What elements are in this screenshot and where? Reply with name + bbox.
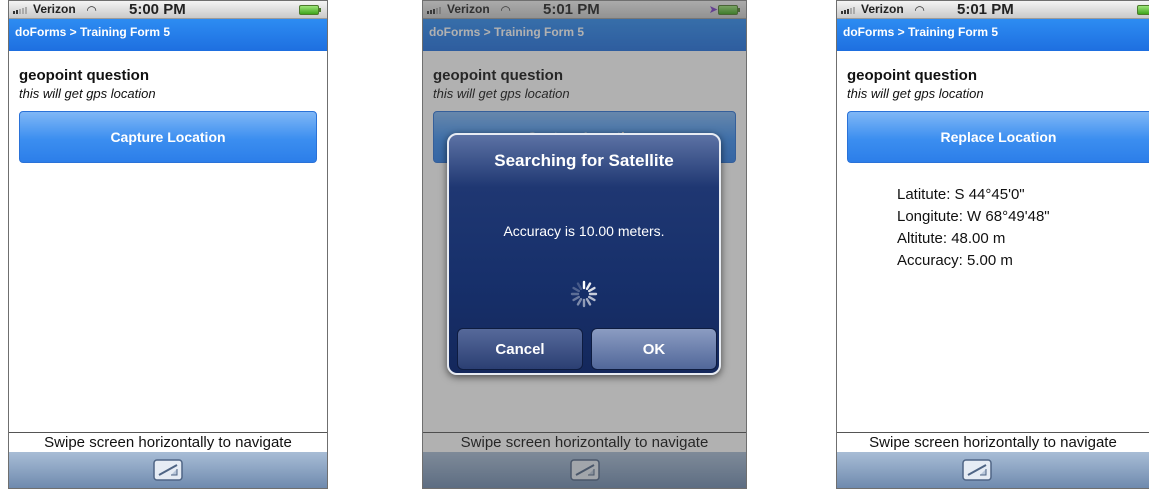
alert-title: Searching for Satellite (494, 151, 674, 170)
page-curl-icon[interactable] (153, 459, 183, 481)
battery-icon (1137, 5, 1149, 15)
carrier-name: Verizon (861, 2, 904, 16)
loading-spinner-icon (570, 280, 598, 308)
signal-strength-icon (841, 5, 859, 14)
status-time: 5:00 PM (129, 1, 186, 18)
swipe-hint: Swipe screen horizontally to navigate (837, 432, 1149, 453)
status-bar: Verizon ◠ 5:00 PM (9, 1, 327, 19)
bottom-toolbar (837, 452, 1149, 488)
question-title: geopoint question (847, 67, 977, 84)
location-readout: Latitute: S 44°45'0" Longitute: W 68°49'… (897, 184, 1050, 272)
altitude-value: Altitute: 48.00 m (897, 230, 1006, 247)
signal-strength-icon (13, 5, 31, 14)
longitude-value: Longitute: W 68°49'48" (897, 208, 1050, 225)
phone-screen-searching: Verizon ◠ 5:01 PM ➤ doForms > Training F… (422, 0, 747, 489)
nav-bar: doForms > Training Form 5 (837, 19, 1149, 51)
phone-screen-result: Verizon ◠ 5:01 PM doForms > Training For… (836, 0, 1149, 489)
satellite-search-alert: Searching for Satellite Accuracy is 10.0… (447, 133, 721, 375)
nav-bar: doForms > Training Form 5 (9, 19, 327, 51)
page-curl-icon[interactable] (962, 459, 993, 481)
status-bar: Verizon ◠ 5:01 PM (837, 1, 1149, 19)
wifi-icon: ◠ (915, 3, 925, 17)
bottom-toolbar (9, 452, 327, 488)
battery-icon (299, 5, 321, 15)
replace-location-button[interactable]: Replace Location (847, 111, 1149, 163)
nav-title: doForms > Training Form 5 (15, 25, 171, 39)
alert-message: Accuracy is 10.00 meters. (503, 223, 665, 239)
nav-title: doForms > Training Form 5 (843, 25, 999, 39)
cancel-button[interactable]: Cancel (457, 328, 583, 370)
latitude-value: Latitute: S 44°45'0" (897, 186, 1025, 203)
phone-screen-capture: Verizon ◠ 5:00 PM doForms > Training For… (8, 0, 328, 489)
question-title: geopoint question (19, 67, 149, 84)
accuracy-value: Accuracy: 5.00 m (897, 252, 1013, 269)
capture-location-button[interactable]: Capture Location (19, 111, 317, 163)
carrier-name: Verizon (33, 2, 76, 16)
ok-button[interactable]: OK (591, 328, 717, 370)
swipe-hint: Swipe screen horizontally to navigate (9, 432, 327, 453)
question-hint: this will get gps location (847, 86, 984, 101)
status-time: 5:01 PM (957, 1, 1014, 18)
wifi-icon: ◠ (87, 3, 97, 17)
question-hint: this will get gps location (19, 86, 156, 101)
